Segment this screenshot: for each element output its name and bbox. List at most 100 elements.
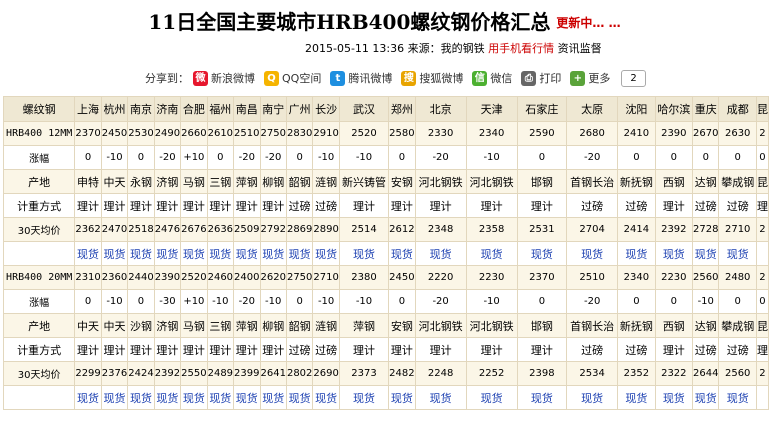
price-cell: 2680 (566, 121, 619, 146)
subscribe-link[interactable]: 资讯监督 (558, 42, 602, 55)
share-sina-weibo-button[interactable]: 微新浪微博 (193, 70, 255, 86)
spot-link[interactable]: 现货 (289, 248, 311, 261)
share-print-button[interactable]: ⎙ 打印 (521, 70, 561, 86)
avg-price-cell: 2509 (233, 217, 261, 242)
spot-link[interactable]: 现货 (262, 392, 284, 405)
more-icon: + (570, 70, 586, 86)
table-row: 涨幅 0 -10 0 -20 +10 0 -20 -20 0 -10 -10 0 -20 -10 0 -20 0 0… (2, 145, 769, 170)
spot-link[interactable]: 现货 (481, 392, 503, 405)
table-row: 计重方式 理计 理计 理计 理计 理计 理计 理计 理计 过磅 过磅 理计 理计 理计 理计 理计 过磅 过磅 理计… (2, 193, 769, 218)
spot-link-cell: 现货 (566, 385, 619, 410)
price-cell: 2480 (718, 265, 757, 290)
price-cell: 2670 (692, 121, 720, 146)
spot-link[interactable]: 现货 (209, 392, 231, 405)
origin-cell: 马钢 (180, 313, 208, 338)
spot-link[interactable]: 现货 (315, 392, 337, 405)
origin-cell: 济钢 (153, 169, 182, 194)
spot-link[interactable]: 现货 (104, 248, 126, 261)
price-cell: 2750 (259, 121, 287, 146)
city-header: 天津 (465, 96, 518, 122)
spot-link[interactable]: 现货 (289, 392, 311, 405)
spot-link[interactable]: 现货 (481, 248, 503, 261)
spot-link-cell: 现货 (74, 241, 102, 266)
origin-cell: 柳钢 (259, 313, 287, 338)
source-link[interactable]: 我的钢铁 (441, 42, 485, 55)
avg-price-cell: 2802 (285, 361, 314, 386)
city-header: 石家庄 (516, 96, 568, 122)
spot-link[interactable]: 现货 (625, 392, 647, 405)
share-item-label: 搜狐微博 (419, 72, 464, 85)
spot-link[interactable]: 现货 (581, 248, 603, 261)
spec-label: HRB400 20MM (2, 265, 76, 290)
share-item-label: 微信 (490, 72, 513, 85)
spot-link[interactable]: 现货 (695, 392, 717, 405)
spot-link[interactable]: 现货 (77, 248, 99, 261)
row-label: 产地 (2, 169, 76, 194)
spot-link[interactable]: 现货 (104, 392, 126, 405)
table-header-row: 螺纹钢 上海 杭州 南京 济南 合肥 福州 南昌 南宁 广州 长沙 武汉 郑州 北京 天津 石家庄 太原 沈阳 哈尔… (2, 96, 769, 122)
change-cell: -10 (100, 289, 129, 314)
price-cell: 2390 (654, 121, 694, 146)
spot-link[interactable]: 现货 (663, 392, 685, 405)
share-tencent-weibo-button[interactable]: t 腾讯微博 (330, 70, 392, 86)
spot-link[interactable]: 现货 (663, 248, 685, 261)
spot-link[interactable]: 现货 (353, 248, 375, 261)
spot-link[interactable]: 现货 (156, 392, 178, 405)
spot-link[interactable]: 现货 (156, 248, 178, 261)
price-cell: 2220 (414, 265, 467, 290)
spot-link[interactable]: 现货 (236, 392, 258, 405)
spot-link[interactable]: 现货 (727, 248, 749, 261)
page-title-block: 11日全国主要城市HRB400螺纹钢价格汇总 更新中… … (0, 6, 769, 35)
price-cell: 2360 (100, 265, 129, 290)
weigh-method-cell: 理 (755, 193, 769, 218)
avg-price-cell: 2348 (414, 217, 467, 242)
spot-link[interactable]: 现货 (262, 248, 284, 261)
city-header: 南昌 (233, 96, 261, 122)
origin-cell: 萍钢 (233, 169, 261, 194)
spot-link[interactable]: 现货 (430, 392, 452, 405)
spot-link[interactable]: 现货 (625, 248, 647, 261)
spot-link[interactable]: 现货 (236, 248, 258, 261)
avg-price-cell: 2398 (516, 361, 568, 386)
spot-link[interactable]: 现货 (209, 248, 231, 261)
share-sohu-weibo-button[interactable]: 搜搜狐微博 (401, 70, 463, 86)
change-cell: 0 (206, 145, 235, 170)
spot-link[interactable]: 现货 (531, 248, 553, 261)
avg-price-cell: 2424 (127, 361, 155, 386)
spot-link[interactable]: 现货 (315, 248, 337, 261)
origin-cell: 西钢 (654, 313, 694, 338)
avg-price-cell: 2252 (465, 361, 518, 386)
spot-link[interactable]: 现货 (391, 248, 413, 261)
avg-price-cell: 2792 (259, 217, 287, 242)
spot-link[interactable]: 现货 (695, 248, 717, 261)
origin-cell: 昆 (755, 169, 769, 194)
city-header: 上海 (74, 96, 102, 122)
share-more-button[interactable]: + 更多 (570, 70, 610, 86)
spot-link[interactable]: 现货 (183, 392, 205, 405)
spot-link[interactable]: 现货 (391, 392, 413, 405)
origin-cell: 三钢 (206, 313, 235, 338)
spot-link[interactable]: 现货 (430, 248, 452, 261)
link-row-label (2, 385, 76, 410)
spot-link[interactable]: 现货 (130, 248, 152, 261)
spot-link-cell: 现货 (153, 241, 182, 266)
source-label: 来源： (407, 42, 441, 55)
spot-link[interactable]: 现货 (183, 248, 205, 261)
spot-link-cell (755, 241, 769, 266)
spot-link[interactable]: 现货 (130, 392, 152, 405)
spot-link[interactable]: 现货 (531, 392, 553, 405)
change-cell: -20 (153, 145, 182, 170)
price-cell: 2 (755, 265, 769, 290)
price-table: 螺纹钢 上海 杭州 南京 济南 合肥 福州 南昌 南宁 广州 长沙 武汉 郑州 北京 天津 石家庄 太原 沈阳 哈尔… (2, 96, 769, 410)
spot-link[interactable]: 现货 (77, 392, 99, 405)
spot-link[interactable]: 现货 (727, 392, 749, 405)
share-item-label: 腾讯微博 (348, 72, 393, 85)
spot-link-cell (755, 385, 769, 410)
spot-link[interactable]: 现货 (353, 392, 375, 405)
share-qzone-button[interactable]: Q QQ空间 (264, 70, 321, 86)
share-wechat-button[interactable]: 信微信 (472, 70, 512, 86)
table-row: 30天均价 2362 2470 2518 2476 2676 2636 2509 2792 286… (2, 217, 769, 242)
spot-link[interactable]: 现货 (581, 392, 603, 405)
mobile-link[interactable]: 用手机看行情 (488, 42, 554, 55)
price-cell: 2390 (153, 265, 182, 290)
